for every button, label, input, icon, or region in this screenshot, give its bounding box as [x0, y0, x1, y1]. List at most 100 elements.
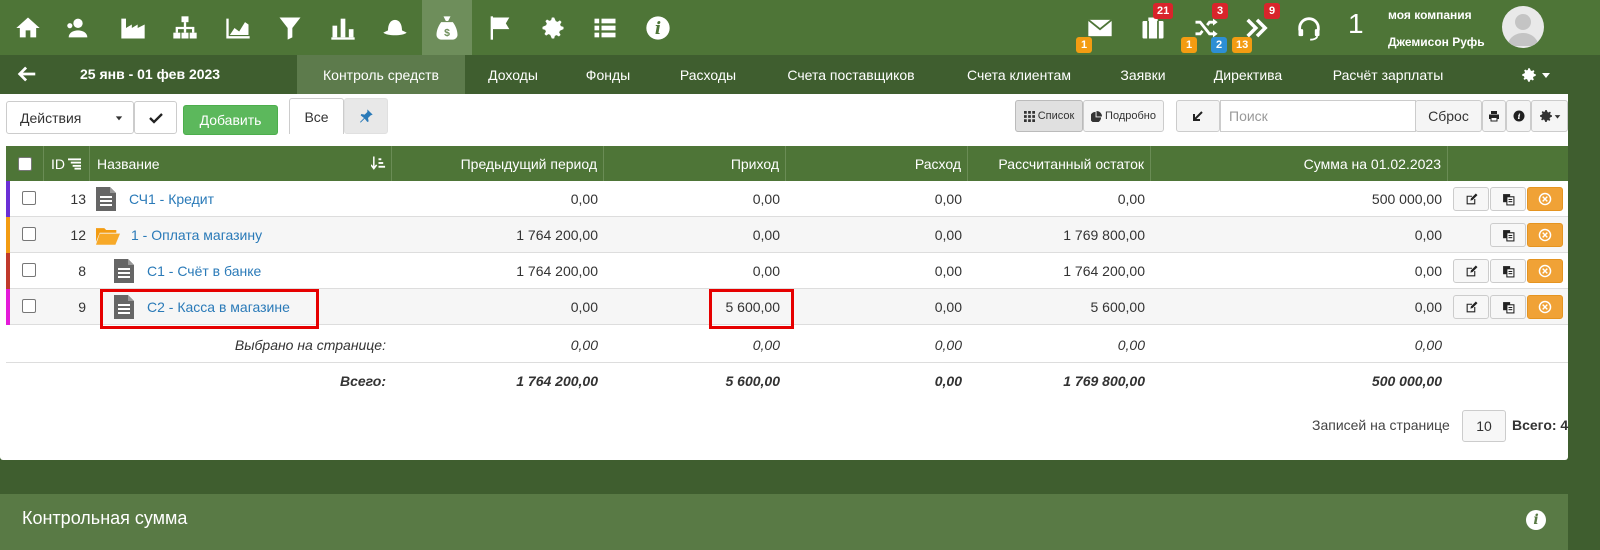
shuffle-badge-blue: 2 [1211, 37, 1227, 53]
row-name-link[interactable]: С1 - Счёт в банке [147, 263, 261, 279]
delete-button[interactable] [1527, 187, 1563, 211]
tab-expenses[interactable]: Расходы [655, 55, 761, 94]
delete-button[interactable] [1527, 223, 1563, 247]
actions-dropdown[interactable]: Действия [6, 101, 134, 134]
checksum-panel[interactable]: Контрольная сумма i [0, 494, 1568, 550]
document-icon [114, 259, 134, 283]
search-input[interactable]: Поиск [1220, 100, 1416, 132]
settings-dropdown[interactable] [1520, 65, 1556, 85]
users-icon[interactable] [53, 0, 103, 55]
info-icon[interactable]: i [1526, 510, 1546, 530]
area-chart-icon[interactable] [213, 0, 263, 55]
edit-button[interactable] [1453, 295, 1489, 319]
detail-view-button[interactable]: Подробно [1083, 100, 1164, 132]
factory-icon[interactable] [108, 0, 158, 55]
list-icon[interactable] [580, 0, 630, 55]
tab-supplier-invoices[interactable]: Счета поставщиков [761, 55, 941, 94]
row-calculated-balance: 5 600,00 [1090, 299, 1146, 315]
back-arrow-icon[interactable] [16, 63, 38, 85]
delete-button[interactable] [1527, 259, 1563, 283]
table-row[interactable]: 12 1 - Оплата магазину 1 764 200,00 0,00… [6, 217, 1568, 253]
per-page-select[interactable]: 10 [1462, 410, 1506, 442]
row-id: 9 [78, 299, 86, 315]
row-checkbox[interactable] [22, 299, 36, 313]
bar-chart-icon[interactable] [318, 0, 368, 55]
tab-directive[interactable]: Директива [1189, 55, 1307, 94]
gear-icon [1540, 110, 1552, 122]
gear-icon[interactable] [528, 0, 578, 55]
print-button[interactable] [1482, 100, 1506, 132]
copy-button[interactable] [1490, 259, 1526, 283]
tab-funds[interactable]: Фонды [561, 55, 655, 94]
header-sum-on-date[interactable]: Сумма на 01.02.2023 [1151, 146, 1448, 181]
edit-button[interactable] [1453, 259, 1489, 283]
table-settings-dropdown[interactable] [1531, 100, 1568, 132]
selected-label: Выбрано на странице: [234, 337, 386, 353]
check-icon [148, 112, 163, 124]
document-icon [96, 187, 116, 211]
grid-icon [1023, 110, 1035, 122]
user-name[interactable]: Джемисон Руфь [1388, 35, 1485, 49]
total-expense: 0,00 [934, 373, 962, 389]
svg-text:i: i [1517, 112, 1520, 121]
copy-button[interactable] [1490, 223, 1526, 247]
edit-icon [1466, 265, 1477, 276]
org-chart-icon[interactable] [160, 0, 210, 55]
edit-icon [1466, 301, 1477, 312]
svg-text:$: $ [444, 27, 450, 39]
reset-button[interactable]: Сброс [1415, 100, 1482, 132]
date-range[interactable]: 25 янв - 01 фев 2023 [80, 66, 220, 82]
funnel-icon[interactable] [265, 0, 315, 55]
row-checkbox[interactable] [22, 263, 36, 277]
avatar[interactable] [1502, 6, 1544, 48]
tab-client-invoices[interactable]: Счета клиентам [941, 55, 1097, 94]
row-checkbox[interactable] [22, 227, 36, 241]
info-icon[interactable]: i [633, 0, 683, 55]
printer-icon [1489, 111, 1499, 122]
confirm-button[interactable] [134, 101, 177, 134]
select-all-checkbox[interactable] [17, 156, 32, 171]
table-row[interactable]: 8 С1 - Счёт в банке 1 764 200,00 0,00 0,… [6, 253, 1568, 289]
pinned-filter-tab[interactable] [344, 98, 388, 134]
row-income: 0,00 [752, 191, 780, 207]
home-icon[interactable] [3, 0, 53, 55]
info-button[interactable]: i [1506, 100, 1531, 132]
tab-income[interactable]: Доходы [465, 55, 561, 94]
add-button[interactable]: Добавить [183, 105, 278, 135]
row-calculated-balance: 1 769 800,00 [1063, 227, 1145, 243]
copy-button[interactable] [1490, 187, 1526, 211]
collapse-arrow-button[interactable] [1176, 100, 1220, 132]
tab-requests[interactable]: Заявки [1097, 55, 1189, 94]
filter-all-tab[interactable]: Все [289, 98, 344, 134]
flag-icon[interactable] [475, 0, 525, 55]
row-sum: 0,00 [1414, 227, 1442, 243]
header-name[interactable]: Название [90, 146, 392, 181]
header-expense[interactable]: Расход [786, 146, 968, 181]
header-calculated-balance[interactable]: Рассчитанный остаток [968, 146, 1151, 181]
header-id[interactable]: ID [44, 146, 90, 181]
edit-button[interactable] [1453, 187, 1489, 211]
copy-icon [1502, 265, 1514, 277]
header-income[interactable]: Приход [604, 146, 786, 181]
shuffle-badge-top: 3 [1212, 3, 1228, 19]
table-row[interactable]: 13 СЧ1 - Кредит 0,00 0,00 0,00 0,00 500 … [6, 181, 1568, 217]
header-previous-period[interactable]: Предыдущий период [392, 146, 604, 181]
company-name[interactable]: моя компания [1388, 8, 1472, 22]
hat-icon[interactable] [370, 0, 420, 55]
delete-button[interactable] [1527, 295, 1563, 319]
header-actions [1448, 146, 1568, 181]
row-id: 8 [78, 263, 86, 279]
caret-down-icon [1542, 73, 1550, 78]
tab-funds-control[interactable]: Контроль средств [297, 55, 465, 94]
row-name-link[interactable]: СЧ1 - Кредит [129, 191, 214, 207]
row-name-link[interactable]: 1 - Оплата магазину [131, 227, 262, 243]
copy-button[interactable] [1490, 295, 1526, 319]
headset-icon[interactable] [1292, 12, 1326, 44]
list-view-button[interactable]: Список [1015, 100, 1083, 132]
row-previous-period: 1 764 200,00 [516, 263, 598, 279]
row-checkbox[interactable] [22, 191, 36, 205]
money-bag-icon[interactable]: $ [422, 0, 472, 55]
row-calculated-balance: 0,00 [1117, 191, 1145, 207]
tab-payroll[interactable]: Расчёт зарплаты [1307, 55, 1469, 94]
shuffle-badge-orange: 1 [1181, 37, 1197, 53]
